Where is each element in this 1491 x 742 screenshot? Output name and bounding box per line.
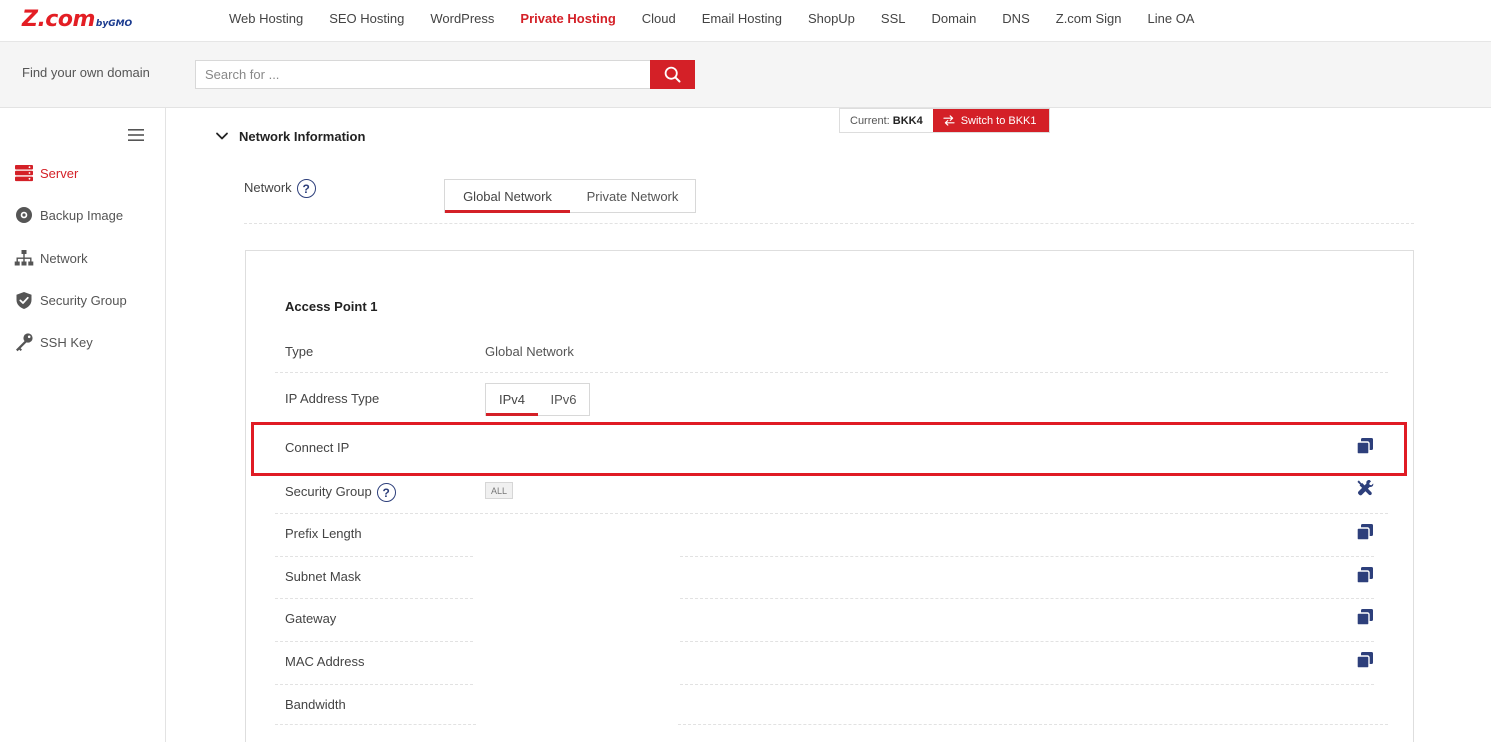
nav-wordpress[interactable]: WordPress (430, 11, 494, 26)
security-group-badge: ALL (485, 482, 514, 499)
divider (680, 598, 1374, 599)
zcom-logo[interactable]: Z.com byGMO (22, 6, 132, 32)
domain-search-input[interactable] (195, 60, 651, 89)
tab-ipv4[interactable]: IPv4 (486, 384, 538, 416)
copy-gateway-icon[interactable] (1356, 608, 1374, 626)
type-value: Global Network (485, 344, 574, 359)
sidebar-item-label: Security Group (40, 292, 127, 308)
network-information-toggle[interactable]: Network Information (214, 128, 365, 144)
search-button[interactable] (650, 60, 695, 89)
sidebar-item-label: SSH Key (40, 334, 93, 350)
switch-region-label: Switch to BKK1 (960, 114, 1037, 127)
current-region-value: BKK4 (892, 114, 923, 127)
switch-region-button[interactable]: Switch to BKK1 (932, 109, 1049, 132)
current-region-label: Current: (850, 114, 890, 127)
nav-seo-hosting[interactable]: SEO Hosting (329, 11, 404, 26)
main-menu: Web Hosting SEO Hosting WordPress Privat… (216, 0, 1207, 36)
security-group-label-row: Security Group? (285, 483, 396, 502)
tab-ipv6[interactable]: IPv6 (538, 384, 589, 415)
prefix-length-label: Prefix Length (285, 526, 362, 541)
ip-type-tabs: IPv4 IPv6 (485, 383, 590, 416)
bandwidth-label: Bandwidth (285, 697, 346, 712)
sidebar-item-backup-image[interactable]: Backup Image (14, 203, 123, 227)
tab-private-network[interactable]: Private Network (570, 180, 695, 212)
type-label: Type (285, 344, 314, 359)
divider (678, 724, 1388, 725)
copy-subnet-mask-icon[interactable] (1356, 566, 1374, 584)
ip-address-type-label: IP Address Type (285, 391, 380, 406)
connect-ip-highlight (251, 422, 1407, 476)
top-navigation: Z.com byGMO Web Hosting SEO Hosting Word… (0, 0, 1491, 42)
nav-shopup[interactable]: ShopUp (808, 11, 855, 26)
access-point-title: Access Point 1 (285, 299, 378, 314)
nav-line-oa[interactable]: Line OA (1148, 11, 1195, 26)
domain-search-label: Find your own domain (22, 65, 150, 80)
current-region: Current: BKK4 (840, 109, 933, 132)
nav-domain[interactable]: Domain (932, 11, 977, 26)
sidebar-item-server[interactable]: Server (14, 161, 78, 185)
domain-search-bar: Find your own domain (0, 42, 1491, 108)
search-icon (664, 66, 681, 83)
network-tabs: Global Network Private Network (444, 179, 696, 213)
section-title: Network Information (239, 128, 366, 144)
nav-cloud[interactable]: Cloud (642, 11, 676, 26)
hamburger-menu-icon[interactable] (128, 128, 144, 142)
sidebar-item-label: Server (40, 165, 79, 181)
help-icon[interactable]: ? (376, 483, 396, 502)
nav-ssl[interactable]: SSL (881, 11, 906, 26)
copy-mac-address-icon[interactable] (1356, 651, 1374, 669)
network-label-row: Network? (244, 179, 316, 198)
divider (275, 598, 473, 599)
divider (680, 684, 1374, 685)
divider (680, 641, 1374, 642)
network-label: Network (244, 179, 292, 195)
sidebar-item-ssh-key[interactable]: SSH Key (14, 330, 93, 354)
key-icon (14, 332, 34, 352)
nav-web-hosting[interactable]: Web Hosting (229, 11, 303, 26)
sidebar: Server Backup Image Network Security Gro… (0, 108, 166, 742)
divider (275, 556, 473, 557)
divider (275, 684, 473, 685)
disc-icon (14, 205, 34, 225)
swap-icon (943, 115, 955, 126)
access-point-card (245, 250, 1414, 742)
nav-dns[interactable]: DNS (1002, 11, 1029, 26)
divider (275, 641, 473, 642)
shield-icon (14, 290, 34, 310)
tools-icon[interactable] (1356, 479, 1375, 498)
sidebar-item-label: Backup Image (40, 207, 124, 223)
copy-prefix-length-icon[interactable] (1356, 523, 1374, 541)
divider (275, 372, 1388, 373)
divider (275, 724, 476, 725)
subnet-mask-label: Subnet Mask (285, 569, 361, 584)
security-group-label: Security Group (285, 483, 372, 499)
divider (275, 513, 1388, 514)
network-icon (14, 248, 34, 268)
nav-zcom-sign[interactable]: Z.com Sign (1056, 11, 1122, 26)
sidebar-item-label: Network (40, 250, 88, 266)
gateway-label: Gateway (285, 611, 337, 626)
server-icon (14, 163, 34, 183)
mac-address-label: MAC Address (285, 654, 365, 669)
nav-private-hosting[interactable]: Private Hosting (520, 11, 615, 26)
divider (680, 556, 1374, 557)
tab-global-network[interactable]: Global Network (445, 180, 570, 213)
sidebar-item-security-group[interactable]: Security Group (14, 288, 127, 312)
logo-text: Z.com (22, 7, 95, 32)
help-icon[interactable]: ? (296, 179, 316, 198)
chevron-down-icon (216, 132, 228, 140)
sidebar-item-network[interactable]: Network (14, 246, 88, 270)
logo-sub-text: byGMO (95, 19, 133, 29)
region-switcher: Current: BKK4 Switch to BKK1 (839, 108, 1050, 133)
nav-email-hosting[interactable]: Email Hosting (702, 11, 782, 26)
divider (244, 223, 1414, 224)
